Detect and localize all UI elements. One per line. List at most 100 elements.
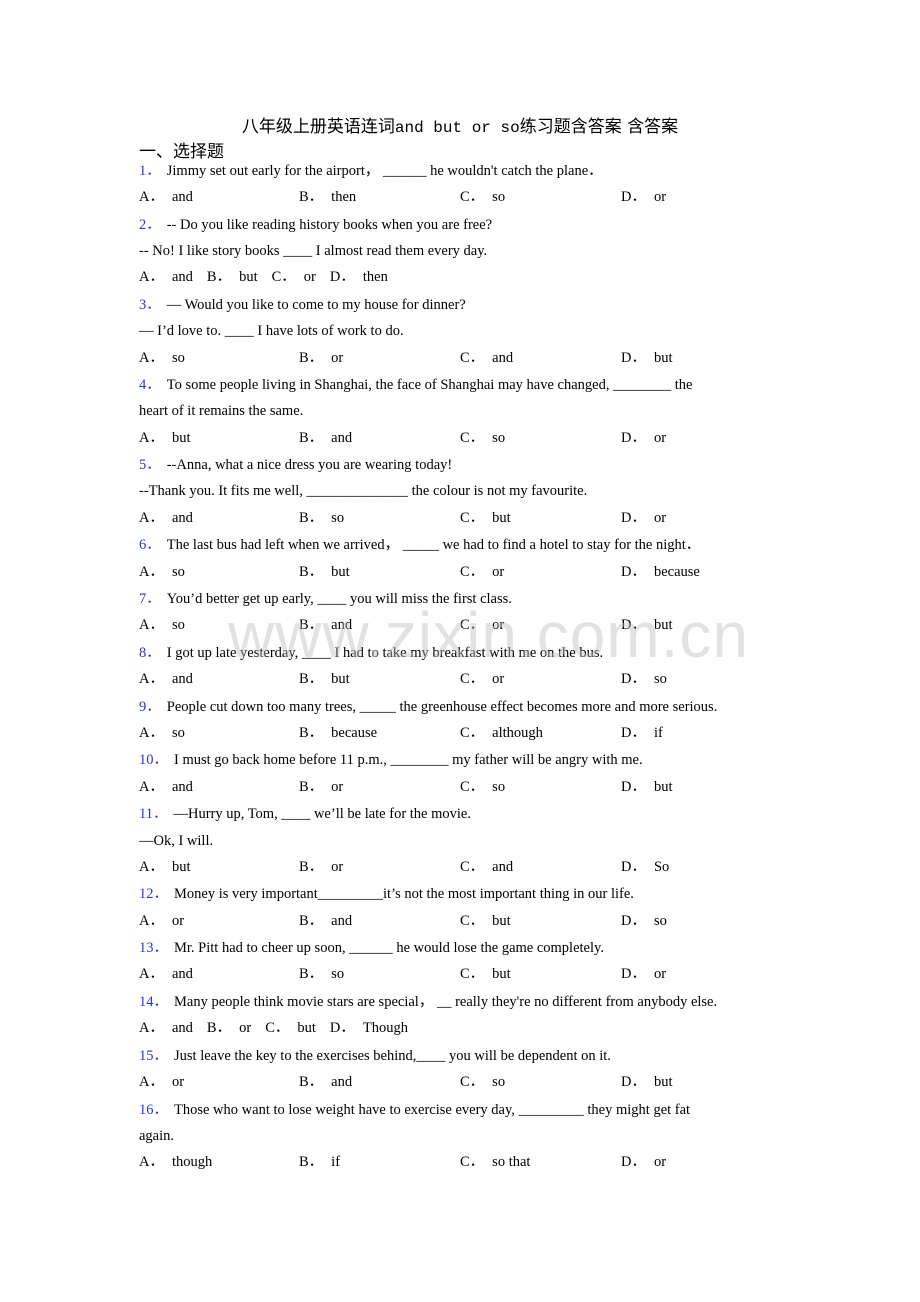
answer-option[interactable]: C． but	[460, 912, 511, 930]
answer-option[interactable]: B． and	[299, 616, 352, 634]
option-text: but	[492, 509, 511, 526]
answer-option[interactable]: D． but	[621, 778, 673, 796]
answer-option[interactable]: D． so	[621, 912, 667, 930]
answer-option[interactable]: A． or	[139, 912, 184, 930]
answer-option[interactable]: C． or	[272, 269, 316, 285]
answer-option[interactable]: A． and	[139, 509, 193, 527]
option-letter: A．	[139, 858, 164, 875]
option-text: and	[171, 509, 193, 526]
answer-option[interactable]: D． because	[621, 563, 700, 581]
question-stem: 7． You’d better get up early, ____ you wi…	[139, 590, 512, 608]
answer-option[interactable]: D． or	[621, 188, 666, 206]
option-letter: D．	[621, 778, 646, 795]
answer-option[interactable]: D． so	[621, 670, 667, 688]
answer-option[interactable]: A． and	[139, 670, 193, 688]
question-text: — I’d love to. ____ I have lots of work …	[139, 323, 404, 340]
option-letter: C．	[460, 509, 485, 526]
question-stem: 12． Money is very important_________it’s …	[139, 885, 634, 903]
answer-option[interactable]: D． Though	[330, 1020, 408, 1036]
answer-option[interactable]: B． and	[299, 1073, 352, 1091]
answer-option[interactable]: B． and	[299, 429, 352, 447]
answer-option[interactable]: A． and	[139, 1020, 193, 1036]
answer-option[interactable]: A． so	[139, 563, 185, 581]
option-text: or	[653, 189, 667, 206]
question-text: Those who want to lose weight have to ex…	[174, 1101, 691, 1118]
section-heading: 一、选择题	[139, 142, 224, 162]
answer-option[interactable]: C． but	[265, 1020, 316, 1036]
option-text: Though	[362, 1020, 408, 1037]
answer-option[interactable]: A． and	[139, 778, 193, 796]
question-text: -- Do you like reading history books whe…	[166, 216, 493, 233]
answer-option[interactable]: B． and	[299, 912, 352, 930]
answer-option[interactable]: A． so	[139, 616, 185, 634]
answer-option[interactable]: B． so	[299, 509, 344, 527]
option-letter: A．	[139, 509, 164, 526]
answer-option[interactable]: C． and	[460, 349, 513, 367]
option-letter: B．	[299, 724, 324, 741]
answer-option[interactable]: B． but	[299, 670, 350, 688]
answer-option[interactable]: A． though	[139, 1153, 212, 1171]
option-text: or	[492, 617, 505, 634]
question-number: 2．	[139, 216, 161, 233]
answer-option[interactable]: A． but	[139, 429, 191, 447]
answer-option[interactable]: B． but	[207, 269, 258, 285]
answer-option[interactable]: C． so	[460, 1073, 505, 1091]
answer-option[interactable]: C． or	[460, 670, 504, 688]
answer-option[interactable]: B． because	[299, 724, 377, 742]
answer-option[interactable]: D． but	[621, 1073, 673, 1091]
option-text: but	[331, 563, 350, 580]
question-text: -- No! I like story books ____ I almost …	[139, 243, 488, 260]
question-text: --Anna, what a nice dress you are wearin…	[166, 457, 453, 474]
answer-option[interactable]: D． then	[330, 269, 388, 285]
answer-option[interactable]: C． so	[460, 429, 505, 447]
answer-option[interactable]: C． so	[460, 188, 505, 206]
answer-option[interactable]: B． if	[299, 1153, 340, 1171]
answer-option[interactable]: C． but	[460, 509, 511, 527]
option-text: but	[653, 617, 673, 634]
question-stem: 4． To some people living in Shanghai, the…	[139, 376, 692, 394]
question-number: 5．	[139, 457, 161, 474]
answer-option[interactable]: A． and	[139, 965, 193, 983]
option-text: but	[653, 1074, 673, 1090]
answer-option[interactable]: D． So	[621, 858, 669, 876]
answer-option[interactable]: C． so that	[460, 1153, 530, 1171]
answer-option[interactable]: B． or	[299, 778, 343, 796]
option-letter: B．	[299, 1154, 324, 1171]
answer-option[interactable]: C． but	[460, 965, 511, 983]
answer-option[interactable]: C． although	[460, 724, 543, 742]
option-letter: B．	[299, 509, 324, 526]
option-letter: B．	[299, 671, 324, 688]
answer-option[interactable]: A． but	[139, 858, 191, 876]
answer-option[interactable]: C． or	[460, 563, 504, 581]
option-letter: C．	[265, 1020, 290, 1037]
answer-option[interactable]: D． or	[621, 429, 666, 447]
answer-option[interactable]: C． and	[460, 858, 513, 876]
answer-option[interactable]: A． and	[139, 269, 193, 285]
answer-option[interactable]: B． so	[299, 965, 344, 983]
answer-option[interactable]: D． or	[621, 509, 666, 527]
option-text: and	[331, 1074, 353, 1090]
option-text: or	[303, 269, 316, 286]
answer-option[interactable]: C． so	[460, 778, 505, 796]
option-letter: C．	[460, 858, 485, 875]
answer-option[interactable]: A． so	[139, 724, 185, 742]
answer-option[interactable]: B． or	[207, 1020, 251, 1036]
answer-option[interactable]: A． so	[139, 349, 185, 367]
answer-option[interactable]: A． and	[139, 188, 193, 206]
answer-option[interactable]: D． but	[621, 349, 673, 367]
answer-option[interactable]: D． or	[621, 1153, 666, 1171]
answer-option[interactable]: B． then	[299, 188, 356, 206]
answer-option[interactable]: B． or	[299, 349, 343, 367]
answer-option[interactable]: B． but	[299, 563, 350, 581]
option-letter: B．	[206, 269, 232, 286]
answer-option[interactable]: A． or	[139, 1073, 184, 1091]
answer-option[interactable]: C． or	[460, 616, 504, 634]
answer-option[interactable]: D． if	[621, 724, 663, 742]
answer-option[interactable]: B． or	[299, 858, 343, 876]
question-stem: 9． People cut down too many trees, _____ …	[139, 698, 717, 716]
answer-option[interactable]: D． but	[621, 616, 673, 634]
answer-option[interactable]: D． or	[621, 965, 666, 983]
option-letter: D．	[621, 912, 646, 929]
question-text: I got up late yesterday, ____ I had to t…	[166, 644, 604, 661]
question-continuation: heart of it remains the same.	[139, 402, 303, 420]
